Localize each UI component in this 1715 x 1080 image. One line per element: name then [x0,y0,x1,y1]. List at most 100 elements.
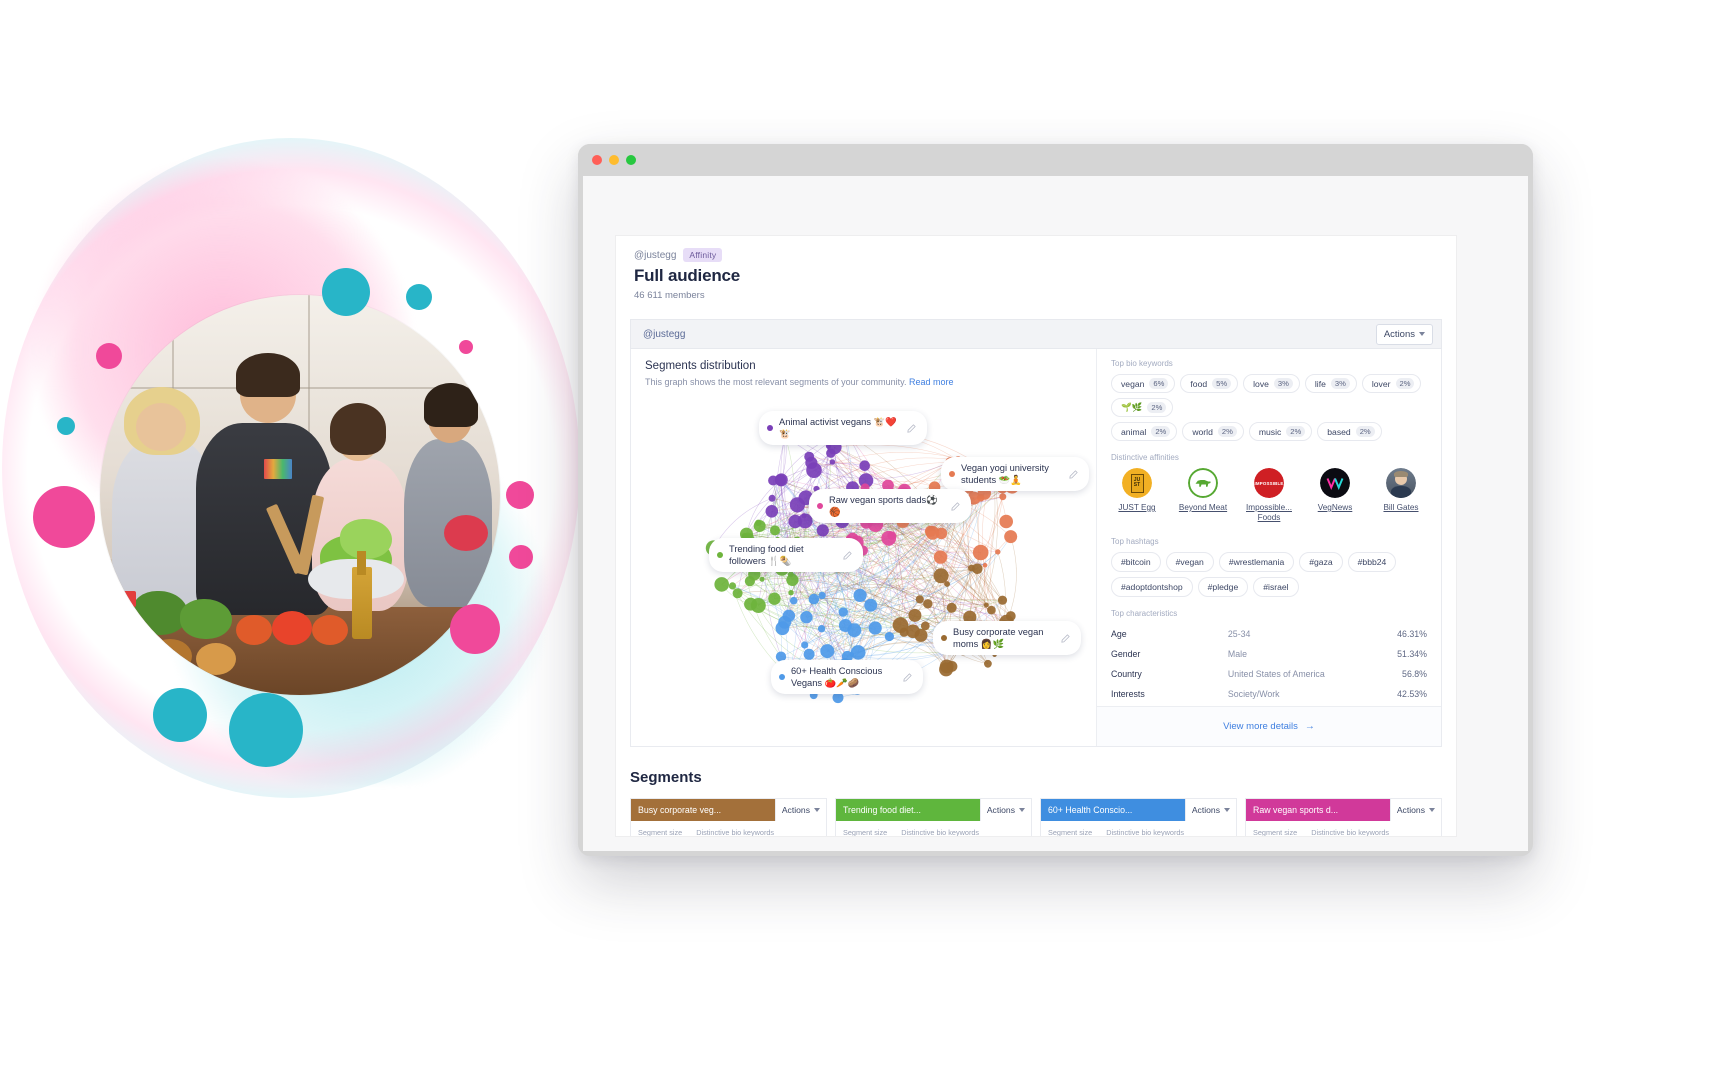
segment-card[interactable]: Busy corporate veg... Actions Segment size… [630,798,827,836]
edit-pencil-icon[interactable] [899,669,915,685]
maximize-icon[interactable] [626,155,636,165]
network-node[interactable] [999,514,1013,529]
segment-actions-button[interactable]: Actions [774,799,826,821]
network-node[interactable] [999,493,1007,501]
network-node[interactable] [775,474,787,486]
network-node[interactable] [801,641,809,649]
keyword-tag[interactable]: love 3% [1243,374,1300,393]
network-node[interactable] [789,596,798,605]
view-more-details-button[interactable]: View more details → [1097,706,1441,746]
network-node[interactable] [804,451,815,462]
network-node[interactable] [800,611,813,624]
network-node[interactable] [714,577,729,592]
network-node[interactable] [887,531,897,540]
minimize-icon[interactable] [609,155,619,165]
network-node[interactable] [838,607,848,617]
network-node[interactable] [908,608,922,622]
segment-card[interactable]: Raw vegan sports d... Actions Segment size… [1245,798,1442,836]
hashtag-tag[interactable]: #vegan [1165,552,1214,572]
hashtag-tag[interactable]: #adoptdontshop [1111,577,1193,597]
network-node[interactable] [786,573,799,586]
hashtag-tag[interactable]: #bitcoin [1111,552,1161,572]
network-node[interactable] [935,527,948,540]
account-handle[interactable]: @justegg [634,250,676,261]
network-node[interactable] [933,568,949,584]
segment-node-label[interactable]: Vegan yogi university students 🥗🧘 [941,457,1089,491]
network-node[interactable] [972,544,989,561]
network-node[interactable] [924,525,936,537]
network-node[interactable] [829,459,836,465]
network-node[interactable] [868,621,882,635]
segment-node-label[interactable]: Raw vegan sports dads⚽️🏀 [809,489,971,523]
network-node[interactable] [847,623,862,638]
network-node[interactable] [817,625,826,633]
edit-pencil-icon[interactable] [947,498,963,514]
segment-actions-button[interactable]: Actions [1184,799,1236,821]
network-node[interactable] [768,592,781,605]
segment-node-label[interactable]: 60+ Health Conscious Vegans 🍅🥕🥔 [771,660,923,694]
network-node[interactable] [782,609,796,622]
segment-node-label[interactable]: Animal activist vegans 🐮❤️🐮 [759,411,927,445]
segment-card[interactable]: 60+ Health Conscio... Actions Segment size… [1040,798,1237,836]
network-node[interactable] [775,621,790,636]
edit-pencil-icon[interactable] [1065,466,1081,482]
network-node[interactable] [864,598,878,612]
keyword-tag[interactable]: based 2% [1317,422,1382,441]
hashtag-tag[interactable]: #pledge [1197,577,1249,597]
network-node[interactable] [1004,530,1018,544]
network-node[interactable] [915,595,924,604]
network-node[interactable] [933,550,948,564]
edit-pencil-icon[interactable] [903,420,919,436]
network-node[interactable] [820,644,835,659]
network-node[interactable] [826,448,836,458]
network-node[interactable] [920,621,930,631]
network-node[interactable] [818,591,826,600]
affinity-item[interactable]: Bill Gates [1375,468,1427,523]
account-actions-button[interactable]: Actions [1375,323,1433,345]
network-node[interactable] [892,617,909,633]
network-node[interactable] [968,564,975,572]
network-node[interactable] [728,582,737,590]
segment-node-label[interactable]: Trending food diet followers 🍴🌯 [709,538,863,572]
edit-pencil-icon[interactable] [839,547,855,563]
segment-card[interactable]: Trending food diet... Actions Segment size… [835,798,1032,836]
network-node[interactable] [816,524,829,537]
network-node[interactable] [744,576,755,587]
affinity-item[interactable]: VegNews [1309,468,1361,523]
network-node[interactable] [849,652,855,657]
network-node[interactable] [768,494,776,502]
close-icon[interactable] [592,155,602,165]
network-node[interactable] [997,595,1008,605]
affinity-name[interactable]: Beyond Meat [1177,503,1229,513]
network-node[interactable] [1005,611,1016,621]
network-node[interactable] [788,514,802,529]
network-node[interactable] [859,460,870,471]
keyword-tag[interactable]: lover 2% [1361,374,1422,393]
network-node[interactable] [744,597,758,611]
network-node[interactable] [982,562,988,568]
segments-network-graph[interactable]: Animal activist vegans 🐮❤️🐮 Vegan yogi un… [631,393,1128,745]
network-node[interactable] [765,505,779,518]
affinity-name[interactable]: JUST Egg [1111,503,1163,513]
network-node[interactable] [995,549,1001,555]
network-node[interactable] [753,520,766,532]
keyword-tag[interactable]: animal 2% [1111,422,1178,441]
segment-actions-button[interactable]: Actions [1389,799,1441,821]
network-node[interactable] [770,525,780,536]
hashtag-tag[interactable]: #bbb24 [1347,552,1397,572]
account-name[interactable]: @justegg [643,329,685,340]
network-node[interactable] [983,602,989,608]
network-node[interactable] [803,648,815,660]
affinity-item[interactable]: IMPOSSIBLE Impossible... Foods [1243,468,1295,523]
network-node[interactable] [906,624,920,639]
network-node[interactable] [923,599,933,609]
hashtag-tag[interactable]: #gaza [1299,552,1343,572]
affinity-item[interactable]: JU ST JUST Egg [1111,468,1163,523]
network-node[interactable] [808,593,820,605]
network-node[interactable] [984,659,992,668]
keyword-tag[interactable]: world 2% [1182,422,1244,441]
network-node[interactable] [788,590,794,596]
network-node[interactable] [946,661,958,672]
keyword-tag[interactable]: vegan 6% [1111,374,1176,393]
affinity-name[interactable]: Impossible... Foods [1243,503,1295,523]
